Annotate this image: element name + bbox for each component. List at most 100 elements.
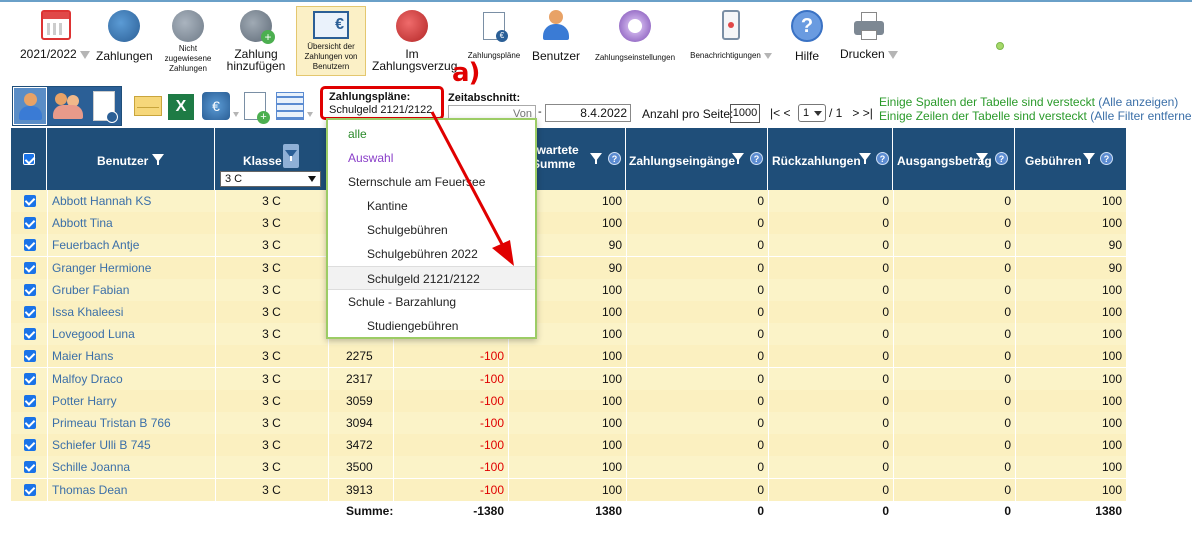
filter-icon[interactable]	[732, 153, 744, 164]
row-checkbox[interactable]	[24, 461, 36, 474]
single-user-view-icon[interactable]	[13, 87, 47, 125]
row-checkbox[interactable]	[24, 283, 36, 296]
user-name-link[interactable]: Malfoy Draco	[52, 368, 123, 390]
toolbar-zahlungsverzug[interactable]: Im Zahlungsverzug	[372, 6, 457, 72]
page-of-label: / 1	[829, 106, 843, 120]
table-row[interactable]: Abbott Tina 3 C 100 0 0 0 100	[11, 212, 1126, 235]
add-document-icon[interactable]: +	[244, 92, 270, 124]
prev-page-button[interactable]: <	[783, 106, 790, 120]
help-icon[interactable]: ?	[876, 152, 889, 165]
row-checkbox[interactable]	[24, 239, 36, 252]
filter-active-icon[interactable]	[283, 144, 299, 168]
group-view-icon[interactable]	[51, 89, 85, 123]
user-name-link[interactable]: Feuerbach Antje	[52, 234, 139, 256]
email-icon[interactable]	[134, 96, 162, 116]
excel-icon[interactable]: X	[168, 94, 194, 120]
toolbar-zahlungseinstellungen[interactable]: Zahlungseinstellungen	[590, 6, 680, 64]
row-checkbox[interactable]	[24, 439, 36, 452]
dropdown-option[interactable]: Studiengebühren	[328, 314, 535, 338]
first-page-button[interactable]: |<	[770, 106, 780, 120]
row-checkbox[interactable]	[24, 195, 36, 207]
row-checkbox[interactable]	[24, 306, 36, 318]
filter-icon[interactable]	[1083, 153, 1095, 164]
row-checkbox[interactable]	[24, 372, 36, 385]
remove-filters-link[interactable]: (Alle Filter entfernen)	[1090, 109, 1192, 123]
table-row[interactable]: Lovegood Luna 3 C 100 0 0 0 100	[11, 323, 1126, 346]
user-name-link[interactable]: Lovegood Luna	[52, 323, 135, 345]
table-row[interactable]: Maier Hans 3 C 2275 -100 100 0 0 0 100	[11, 345, 1126, 368]
last-page-button[interactable]: >|	[863, 106, 873, 120]
col-gebuehren[interactable]: Gebühren ?	[1015, 128, 1126, 190]
dropdown-option[interactable]: Schulgeld 2121/2122	[328, 266, 535, 290]
table-row[interactable]: Thomas Dean 3 C 3913 -100 100 0 0 0 100	[11, 478, 1126, 501]
filter-icon[interactable]	[976, 153, 988, 164]
user-name-link[interactable]: Issa Khaleesi	[52, 301, 123, 323]
user-name-link[interactable]: Thomas Dean	[52, 479, 127, 501]
table-row[interactable]: Potter Harry 3 C 3059 -100 100 0 0 0 100	[11, 389, 1126, 412]
benachrichtigungen-label: Benachrichtigungen	[690, 51, 761, 60]
user-name-link[interactable]: Primeau Tristan B 766	[52, 412, 171, 434]
user-name-link[interactable]: Potter Harry	[52, 390, 117, 412]
toolbar-benachrichtigungen[interactable]: Benachrichtigungen	[686, 6, 776, 62]
bank-icon[interactable]: €	[202, 92, 230, 120]
help-icon[interactable]: ?	[750, 152, 763, 165]
table-row[interactable]: Schiefer Ulli B 745 3 C 3472 -100 100 0 0 0 100	[11, 434, 1126, 457]
toolbar-zahlungen[interactable]: Zahlungen	[96, 6, 153, 62]
toolbar-benutzer[interactable]: Benutzer	[530, 6, 582, 62]
table-row[interactable]: Primeau Tristan B 766 3 C 3094 -100 100 0 0 0 10…	[11, 412, 1126, 434]
user-name-link[interactable]: Abbott Tina	[52, 212, 113, 234]
col-ausgang[interactable]: Ausgangsbetrag ?	[893, 128, 1015, 190]
row-checkbox[interactable]	[24, 350, 36, 363]
row-checkbox[interactable]	[24, 261, 36, 274]
help-icon[interactable]: ?	[1100, 152, 1113, 165]
table-row[interactable]: Granger Hermione 3 C 90 0 0 0 90	[11, 256, 1126, 279]
select-all-checkbox[interactable]	[23, 153, 35, 165]
filter-icon[interactable]	[590, 153, 602, 164]
toolbar-zahlung-hinzufuegen[interactable]: + Zahlung hinzufügen	[224, 6, 288, 72]
col-eingaenge[interactable]: Zahlungseingänge ?	[626, 128, 768, 190]
ausgang-cell: 0	[1004, 260, 1011, 275]
help-icon[interactable]: ?	[608, 152, 621, 165]
user-name-link[interactable]: Granger Hermione	[52, 257, 151, 279]
user-name-link[interactable]: Maier Hans	[52, 345, 113, 367]
table-row[interactable]: Abbott Hannah KS 3 C 100 0 0 0 100	[11, 190, 1126, 212]
year-selector[interactable]: 2021/2022	[20, 6, 92, 60]
table-row[interactable]: Schille Joanna 3 C 3500 -100 100 0 0 0 100	[11, 456, 1126, 479]
toolbar-nicht-zugewiesene[interactable]: Nicht zugewiesene Zahlungen	[158, 6, 218, 74]
filter-icon[interactable]	[859, 153, 871, 164]
show-all-columns-link[interactable]: (Alle anzeigen)	[1098, 95, 1178, 109]
filter-icon[interactable]	[152, 154, 164, 165]
col-benutzer[interactable]: Benutzer	[47, 128, 215, 190]
toolbar-hilfe[interactable]: ? Hilfe	[784, 6, 830, 62]
difference-cell: -100	[479, 393, 504, 408]
row-checkbox[interactable]	[24, 483, 36, 496]
plan-view-icon[interactable]	[93, 91, 118, 123]
row-checkbox[interactable]	[24, 217, 36, 230]
help-icon[interactable]: ?	[995, 152, 1008, 165]
col-rueck[interactable]: Rückzahlungen ?	[768, 128, 893, 190]
table-row[interactable]: Feuerbach Antje 3 C 90 0 0 0 90	[11, 234, 1126, 257]
next-page-button[interactable]: >	[852, 106, 859, 120]
user-name-link[interactable]: Abbott Hannah KS	[52, 190, 151, 212]
user-name-link[interactable]: Schille Joanna	[52, 456, 130, 478]
columns-icon[interactable]	[276, 92, 304, 120]
row-checkbox[interactable]	[24, 417, 36, 429]
anzahl-input[interactable]: 1000	[730, 104, 760, 123]
page-select[interactable]: 1	[798, 104, 826, 122]
toolbar-drucken[interactable]: Drucken	[838, 6, 900, 60]
toolbar-uebersicht[interactable]: € Übersicht der Zahlungen von Benutzern	[296, 6, 366, 76]
col-klasse[interactable]: Klasse 3 C	[215, 128, 328, 190]
user-name-link[interactable]: Schiefer Ulli B 745	[52, 434, 151, 456]
klasse-filter-select[interactable]: 3 C	[220, 171, 321, 187]
toolbar-zahlungsplaene[interactable]: € Zahlungspläne	[462, 6, 526, 62]
row-checkbox[interactable]	[24, 328, 36, 341]
divider	[893, 190, 894, 502]
table-row[interactable]: Issa Khaleesi 3 C 100 0 0 0 100	[11, 301, 1126, 323]
table-row[interactable]: Malfoy Draco 3 C 2317 -100 100 0 0 0 100	[11, 367, 1126, 390]
date-to-input[interactable]: 8.4.2022	[545, 104, 631, 122]
row-checkbox[interactable]	[24, 394, 36, 407]
user-name-link[interactable]: Gruber Fabian	[52, 279, 129, 301]
table-row[interactable]: Gruber Fabian 3 C 100 0 0 0 100	[11, 278, 1126, 301]
dropdown-option[interactable]: Schule - Barzahlung	[328, 290, 535, 314]
view-switcher[interactable]	[12, 86, 122, 126]
